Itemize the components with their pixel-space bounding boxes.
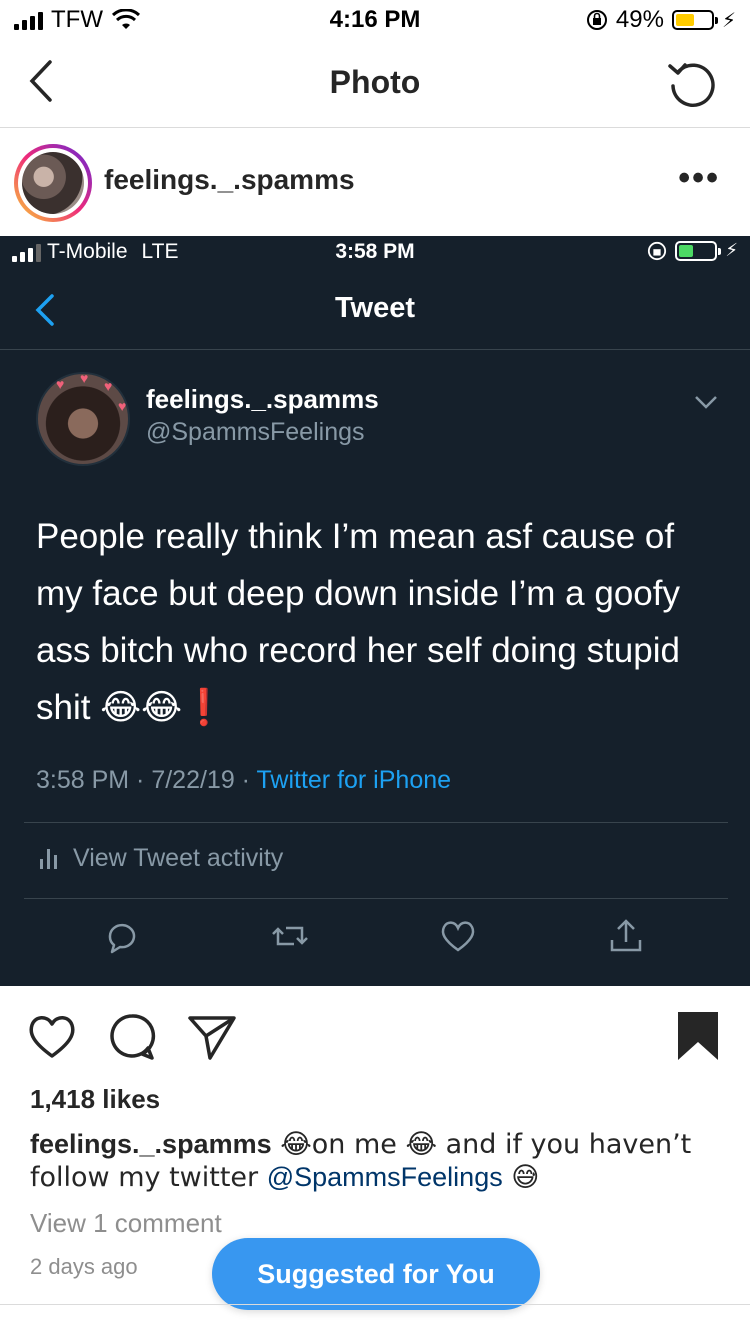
tweet-activity: View Tweet activity — [40, 844, 283, 873]
post-caption: feelings._.spamms 😂on me 😂 and if you ha… — [30, 1128, 720, 1194]
divider — [0, 1304, 750, 1305]
status-time: 3:58 PM — [335, 240, 415, 263]
orientation-lock-icon — [648, 241, 667, 260]
post-timestamp: 2 days ago — [30, 1254, 138, 1279]
battery-icon — [671, 10, 718, 30]
analytics-icon — [40, 848, 57, 869]
suggested-for-you-button[interactable]: Suggested for You — [212, 1238, 540, 1310]
post-username[interactable]: feelings._.spamms — [104, 164, 355, 196]
divider — [24, 822, 728, 823]
comment-icon[interactable] — [106, 1010, 158, 1062]
tweet-nav-title: Tweet — [334, 292, 416, 324]
nav-bar: Photo — [0, 40, 750, 128]
tweet-actions — [0, 916, 750, 966]
tweet-meta: 3:58 PM · 7/22/19 · Twitter for iPhone — [36, 766, 451, 795]
like-count[interactable]: 1,418 likes — [30, 1084, 160, 1115]
tweet-text: People really think I’m mean asf cause o… — [36, 517, 680, 727]
tweet-source: Twitter for iPhone — [256, 766, 452, 794]
retweet-icon — [272, 926, 308, 946]
battery-icon — [675, 240, 722, 261]
share-icon — [610, 919, 642, 952]
refresh-icon[interactable] — [664, 56, 720, 112]
heart-icon: ♥ — [80, 370, 89, 386]
battery-percent: 49% — [615, 6, 664, 33]
tweet-avatar: ♥ ♥ ♥ ♥ — [36, 370, 130, 466]
status-bar: TFW 4:16 PM 49% ⚡ — [0, 0, 750, 40]
share-direct-icon[interactable] — [186, 1010, 238, 1062]
caption-mention[interactable]: @SpammsFeelings — [267, 1162, 503, 1192]
status-right: 49% ⚡ — [586, 6, 736, 34]
more-options-icon[interactable]: ••• — [678, 161, 720, 195]
tweet-activity-label: View Tweet activity — [73, 844, 284, 872]
like-heart-icon — [441, 921, 475, 952]
bookmark-icon[interactable] — [676, 1010, 720, 1062]
heart-icon: ♥ — [56, 376, 65, 392]
view-comments-link[interactable]: View 1 comment — [30, 1208, 222, 1239]
divider — [24, 898, 728, 899]
tweet-nav: Tweet — [0, 272, 750, 350]
charging-icon: ⚡ — [725, 240, 738, 260]
post-actions — [0, 1004, 750, 1074]
avatar-image — [22, 152, 84, 214]
post-header: feelings._.spamms ••• — [0, 128, 750, 236]
heart-icon: ♥ — [104, 378, 113, 394]
like-heart-icon[interactable] — [26, 1010, 78, 1062]
tweet-status-bar: T-Mobile LTE 3:58 PM ⚡ — [0, 236, 750, 272]
post-image[interactable]: T-Mobile LTE 3:58 PM ⚡ Tweet ♥ ♥ ♥ ♥ fee… — [0, 236, 750, 986]
caption-text-end: 😅 — [502, 1162, 540, 1193]
heart-icon: ♥ — [118, 398, 127, 414]
avatar[interactable] — [14, 144, 92, 222]
tweet-author-handle: @SpammsFeelings — [146, 418, 365, 446]
tweet-author-name: feelings._.spamms — [146, 384, 379, 414]
orientation-lock-icon — [586, 10, 607, 30]
reply-icon — [108, 923, 136, 954]
chevron-down-icon — [695, 396, 717, 409]
charging-icon: ⚡ — [721, 9, 736, 32]
tweet-timestamp: 3:58 PM · 7/22/19 · — [36, 766, 257, 794]
page-title: Photo — [329, 64, 421, 100]
caption-username[interactable]: feelings._.spamms — [30, 1129, 272, 1159]
